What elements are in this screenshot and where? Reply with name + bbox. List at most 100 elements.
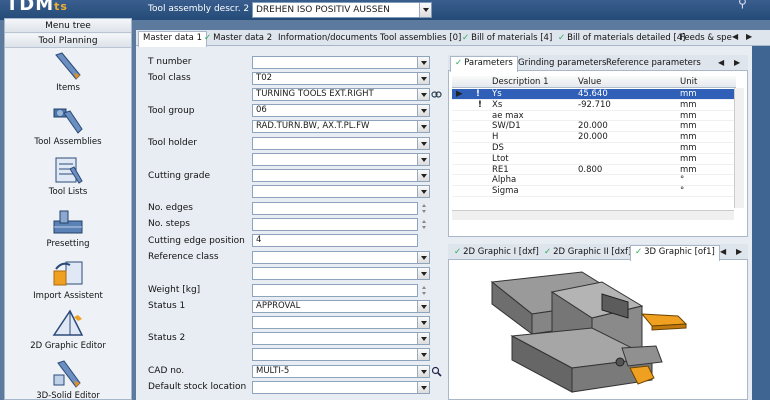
tab-tool-assemblies[interactable]: Tool assemblies [0] [376, 32, 465, 46]
default-stock-location-select[interactable] [252, 381, 430, 394]
table-row[interactable]: Ltot mm [452, 154, 736, 165]
chevron-down-icon[interactable] [417, 105, 429, 116]
chevron-down-icon[interactable] [417, 57, 429, 68]
t-number-select[interactable] [252, 56, 430, 69]
tool-class-desc-value: TURNING TOOLS EXT.RIGHT [256, 89, 374, 99]
table-row[interactable]: Sigma ° [452, 186, 736, 197]
tab-information-documents[interactable]: Information/documents [274, 32, 381, 46]
chevron-down-icon[interactable] [417, 138, 429, 149]
sidebar-item-items[interactable]: Items [5, 51, 131, 93]
no-steps-input[interactable] [252, 218, 418, 231]
link-icon[interactable] [431, 89, 442, 100]
tab-2d-graphic-2[interactable]: ✓ 2D Graphic II [dxf] [540, 246, 635, 260]
status-1-select[interactable]: APPROVAL [252, 300, 430, 313]
chevron-down-icon[interactable] [417, 73, 429, 84]
graphic-prev-icon[interactable]: ◀ [720, 247, 726, 256]
tool-class-select[interactable]: T02 [252, 72, 430, 85]
search-icon[interactable]: ⚲ [738, 0, 747, 10]
sidebar-item-tool-lists[interactable]: Tool Lists [5, 155, 131, 197]
table-row[interactable]: ae max mm [452, 111, 736, 122]
chevron-down-icon[interactable] [417, 89, 429, 100]
table-row[interactable]: Alpha ° [452, 175, 736, 187]
column-unit[interactable]: Unit [680, 76, 697, 88]
menu-tree-button[interactable]: Menu tree [5, 19, 131, 33]
sidebar-item-import-assistent[interactable]: Import Assistent [5, 259, 131, 301]
status-2-select[interactable] [252, 332, 430, 345]
sidebar: Menu tree Tool Planning Items Tool Assem… [4, 18, 132, 400]
tab-prev-icon[interactable]: ◀ [732, 32, 738, 41]
chevron-down-icon[interactable] [417, 349, 429, 360]
chevron-down-icon[interactable] [417, 382, 429, 393]
vertical-scrollbar[interactable] [734, 88, 744, 208]
tab-next-icon[interactable]: ▶ [746, 32, 752, 41]
tool-class-desc-select[interactable]: TURNING TOOLS EXT.RIGHT [252, 88, 430, 101]
horizontal-scrollbar[interactable] [452, 210, 734, 220]
tab-2d-graphic-1[interactable]: ✓ 2D Graphic I [dxf] [450, 246, 543, 260]
tab-label: Tool assemblies [0] [380, 33, 462, 43]
assembly-descr-select[interactable]: DREHEN ISO POSITIV AUSSEN [252, 2, 432, 18]
sidebar-item-presetting[interactable]: Presetting [5, 207, 131, 249]
tool-group-select[interactable]: 06 [252, 104, 430, 117]
tab-feeds-speeds[interactable]: Feeds & spe [676, 32, 732, 46]
weight-stepper[interactable] [420, 284, 429, 297]
tab-parameters[interactable]: ✓ Parameters [450, 56, 518, 72]
tab-3d-graphic[interactable]: ✓ 3D Graphic [of1] [630, 245, 720, 261]
sidebar-item-3d-solid-editor[interactable]: 3D-Solid Editor [5, 359, 131, 400]
tab-master-data-1[interactable]: Master data 1 [138, 31, 207, 47]
chevron-down-icon[interactable] [417, 268, 429, 279]
chevron-down-icon[interactable] [417, 170, 429, 181]
table-row[interactable]: DS mm [452, 143, 736, 154]
tool-class-label: Tool class [148, 73, 191, 83]
tool-holder-desc-select[interactable] [252, 153, 430, 166]
no-edges-input[interactable] [252, 202, 418, 215]
tab-reference-parameters[interactable]: Reference parameters [602, 57, 705, 71]
tab-label: Parameters [464, 58, 513, 68]
solid-editor-icon [53, 360, 81, 388]
sidebar-item-2d-graphic-editor[interactable]: 2D Graphic Editor [5, 309, 131, 351]
tab-label: Bill of materials [4] [471, 33, 553, 43]
graphic-editor-icon [52, 309, 84, 336]
tab-bill-of-materials[interactable]: ✓ Bill of materials [4] [458, 32, 556, 46]
status-2-desc-select[interactable] [252, 348, 430, 361]
weight-input[interactable] [252, 284, 418, 297]
cutting-edge-position-input[interactable]: 4 [252, 234, 418, 247]
sidebar-item-tool-assemblies[interactable]: Tool Assemblies [5, 105, 131, 147]
table-row[interactable]: ! Xs -92.710 mm [452, 100, 736, 111]
column-value[interactable]: Value [578, 76, 601, 88]
chevron-down-icon[interactable] [417, 333, 429, 344]
chevron-down-icon[interactable] [417, 317, 429, 328]
table-row[interactable]: SW/D1 20.000 mm [452, 121, 736, 133]
no-edges-stepper[interactable] [420, 202, 429, 215]
status-1-desc-select[interactable] [252, 316, 430, 329]
tab-master-data-2[interactable]: ✓ Master data 2 [200, 32, 276, 46]
tool-holder-select[interactable] [252, 137, 430, 150]
no-steps-stepper[interactable] [420, 218, 429, 231]
chevron-down-icon[interactable] [417, 252, 429, 263]
chevron-down-icon[interactable] [417, 366, 429, 377]
cad-no-select[interactable]: MULTI-5 [252, 365, 430, 378]
graphic-next-icon[interactable]: ▶ [736, 247, 742, 256]
column-description[interactable]: Description 1 [492, 76, 549, 88]
chevron-down-icon[interactable] [417, 121, 429, 132]
tool-group-desc-select[interactable]: RAD.TURN.BW, AX.T.PL.FW [252, 120, 430, 133]
drill-bit-icon [55, 52, 81, 80]
chevron-down-icon[interactable] [419, 3, 431, 17]
table-row[interactable]: RE1 0.800 mm [452, 165, 736, 176]
tool-planning-header[interactable]: Tool Planning [5, 34, 131, 48]
table-row[interactable]: H 20.000 mm [452, 132, 736, 143]
table-row[interactable]: ▶! Ys 45.640 mm [452, 89, 736, 100]
chevron-down-icon[interactable] [417, 186, 429, 197]
cutting-grade-desc-select[interactable] [252, 185, 430, 198]
tab-bill-of-materials-detailed[interactable]: ✓ Bill of materials detailed [4] [554, 32, 690, 46]
params-next-icon[interactable]: ▶ [734, 58, 740, 67]
chevron-down-icon[interactable] [417, 154, 429, 165]
reference-class-select[interactable] [252, 251, 430, 264]
tab-grinding-parameters[interactable]: Grinding parameters [514, 57, 610, 71]
reference-class-desc-select[interactable] [252, 267, 430, 280]
cutting-grade-select[interactable] [252, 169, 430, 182]
params-prev-icon[interactable]: ◀ [718, 58, 724, 67]
tab-label: 3D Graphic [of1] [644, 247, 715, 257]
search-icon[interactable] [431, 366, 442, 377]
cell-description: ae max [492, 110, 524, 121]
chevron-down-icon[interactable] [417, 301, 429, 312]
